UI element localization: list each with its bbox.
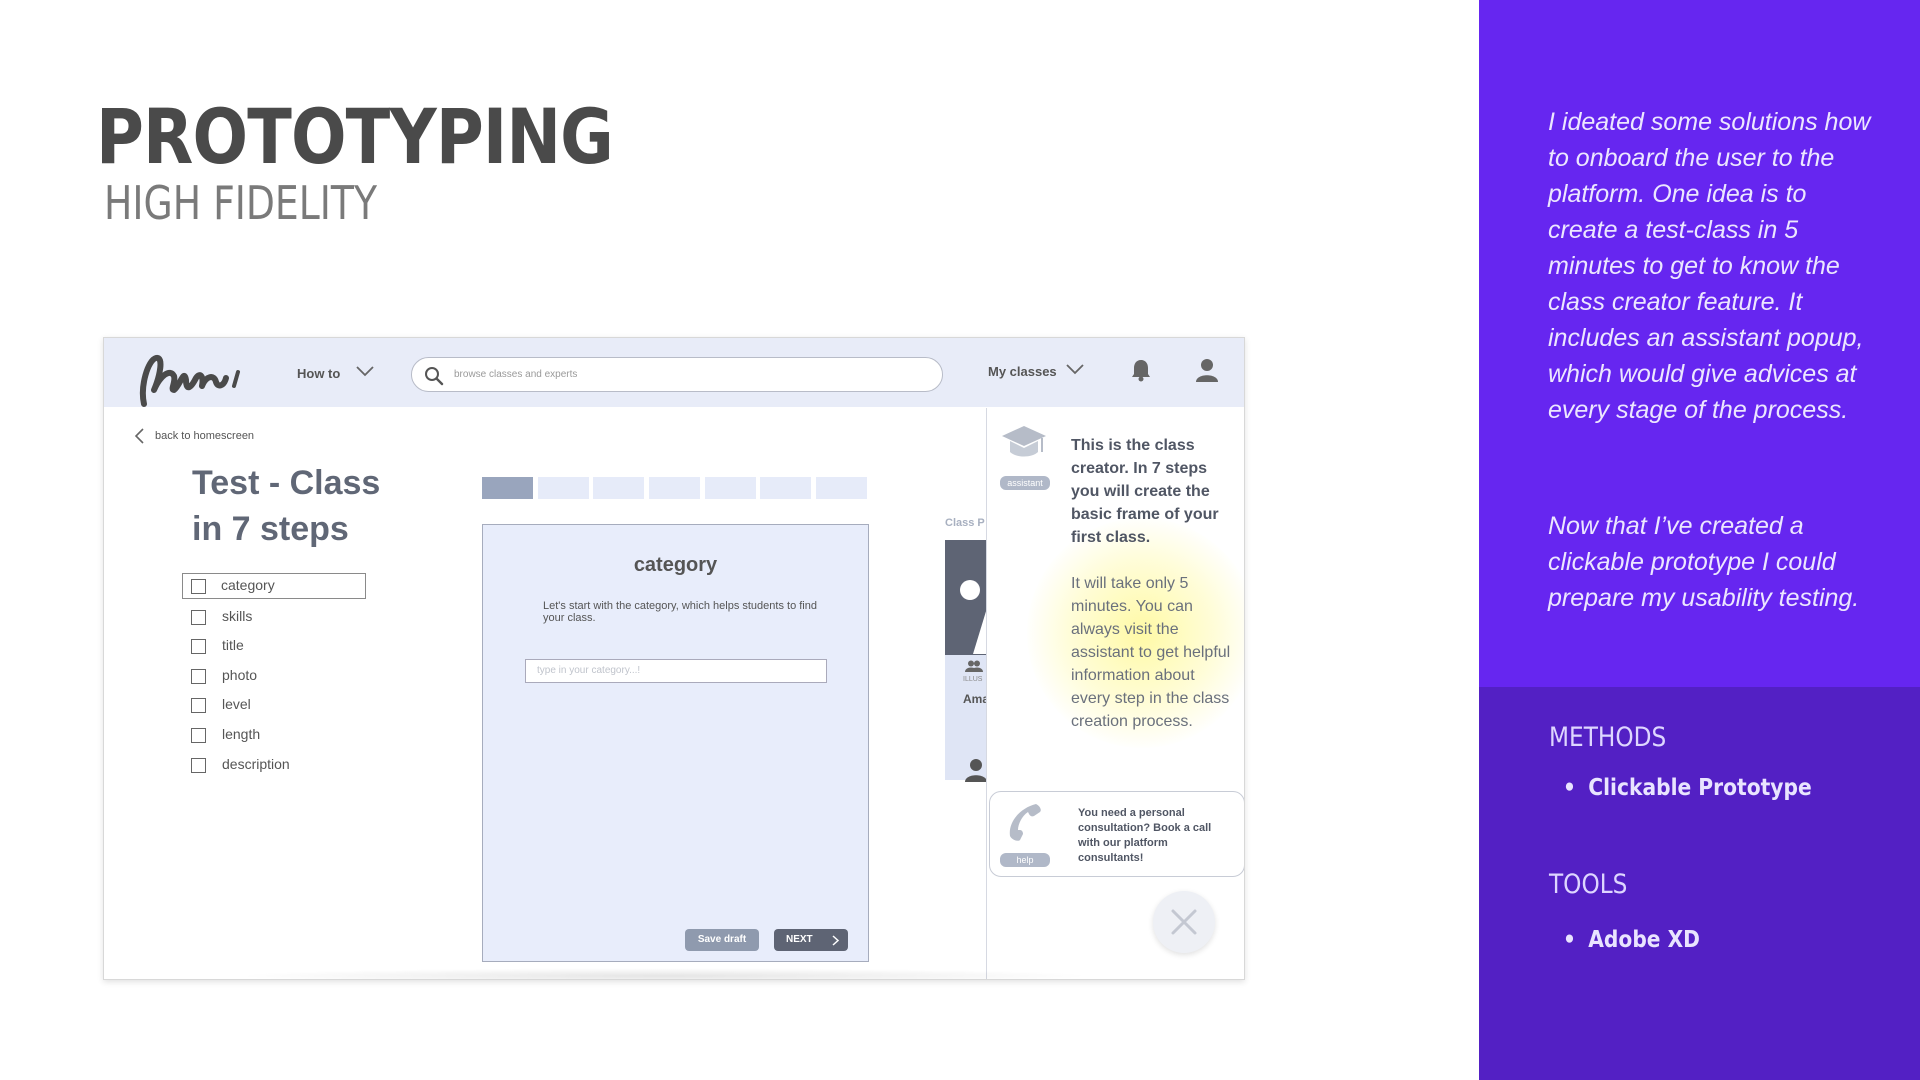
step-label: skills <box>222 607 253 624</box>
methods-panel <box>1479 687 1920 1080</box>
step-item-photo[interactable]: photo <box>182 662 366 692</box>
logo-signature <box>140 355 240 407</box>
category-card: category Let's start with the category, … <box>482 524 869 962</box>
slide: PROTOTYPING HIGH FIDELITY I ideated some… <box>0 0 1920 1080</box>
step-label: length <box>222 725 261 742</box>
step-item-description[interactable]: description <box>182 751 366 781</box>
step-label: level <box>222 696 251 713</box>
step-label: description <box>222 755 290 772</box>
checkbox[interactable] <box>191 698 206 714</box>
progress-segment <box>538 477 589 499</box>
description-paragraph-2: Now that I’ve created a clickable protot… <box>1548 512 1860 612</box>
step-label: category <box>221 577 275 593</box>
category-input[interactable]: type in your category...! <box>525 659 827 683</box>
assistant-panel: assistant This is the class creator. In … <box>986 408 1244 979</box>
step-item-skills[interactable]: skills <box>182 603 366 633</box>
chevron-down-icon[interactable] <box>356 365 374 377</box>
close-assistant-button[interactable] <box>1153 891 1215 953</box>
methods-heading: METHODS <box>1549 722 1667 753</box>
class-preview: ILLUS Ama <box>945 540 990 782</box>
search-icon <box>425 367 444 386</box>
chevron-right-icon <box>832 935 840 946</box>
assistant-message-2: It will take only 5 minutes. You can alw… <box>1071 575 1231 730</box>
page-title-line-1: Test - Class <box>192 464 381 502</box>
prototype-screen: How to browse classes and experts My cla… <box>103 337 1245 980</box>
search-input[interactable]: browse classes and experts <box>411 357 943 392</box>
people-icon <box>965 660 983 672</box>
preview-illustration-label: ILLUS <box>963 676 983 683</box>
step-label: photo <box>222 666 258 683</box>
methods-item: Clickable Prototype <box>1563 775 1811 801</box>
checkbox[interactable] <box>191 668 206 684</box>
category-placeholder: type in your category...! <box>537 665 641 676</box>
assistant-message-1: This is the class creator. In 7 steps yo… <box>1071 437 1219 546</box>
preview-image-placeholder <box>945 540 990 655</box>
tools-heading: TOOLS <box>1549 869 1628 900</box>
close-icon <box>1171 909 1197 935</box>
class-preview-label: Class P <box>945 517 985 529</box>
image-sun-shape <box>960 580 980 600</box>
progress-segment <box>649 477 700 499</box>
my-classes-menu[interactable]: My classes <box>988 364 1057 379</box>
help-card[interactable]: help You need a personal consultation? B… <box>989 791 1244 877</box>
card-heading: category <box>633 554 718 576</box>
step-item-category[interactable]: category <box>182 573 366 599</box>
checkbox[interactable] <box>191 579 206 594</box>
checkbox[interactable] <box>191 757 206 773</box>
description-paragraph-1: I ideated some solutions how to onboard … <box>1548 108 1871 424</box>
how-to-menu[interactable]: How to <box>297 366 340 381</box>
user-icon[interactable] <box>1195 358 1219 382</box>
chevron-down-icon[interactable] <box>1066 363 1084 375</box>
step-item-level[interactable]: level <box>182 691 366 721</box>
back-link[interactable]: back to homescreen <box>155 430 254 442</box>
progress-segment <box>705 477 756 499</box>
image-mountain-shape <box>973 608 987 654</box>
phone-icon <box>1009 804 1041 841</box>
checkbox[interactable] <box>191 639 206 655</box>
step-item-title[interactable]: title <box>182 632 366 662</box>
progress-segment <box>593 477 644 499</box>
next-button[interactable]: NEXT <box>774 929 848 951</box>
page-title-line-2: in 7 steps <box>192 510 349 548</box>
slide-subtitle: HIGH FIDELITY <box>104 176 377 230</box>
progress-segment <box>760 477 811 499</box>
graduation-cap-icon <box>1002 426 1046 457</box>
progress-segment <box>816 477 867 499</box>
progress-segment <box>482 477 533 499</box>
chevron-left-icon[interactable] <box>134 428 144 444</box>
save-draft-button[interactable]: Save draft <box>685 929 759 951</box>
checkbox[interactable] <box>191 609 206 625</box>
checkbox[interactable] <box>191 727 206 743</box>
assistant-tag: assistant <box>1000 476 1050 490</box>
help-message: You need a personal consultation? Book a… <box>1078 807 1212 864</box>
bell-icon[interactable] <box>1130 358 1152 382</box>
step-label: title <box>222 637 244 654</box>
card-description: Let's start with the category, which hel… <box>543 600 817 624</box>
slide-title: PROTOTYPING <box>96 92 614 181</box>
top-navigation: How to browse classes and experts My cla… <box>104 338 1244 407</box>
next-label: NEXT <box>786 934 813 945</box>
tools-item: Adobe XD <box>1563 927 1700 953</box>
search-placeholder: browse classes and experts <box>454 369 578 380</box>
bottom-shadow <box>234 968 1094 979</box>
avatar-icon <box>965 759 987 782</box>
step-list: category skills title photo level length… <box>182 573 366 780</box>
page-title: Test - Class in 7 steps <box>192 460 380 552</box>
step-item-length[interactable]: length <box>182 721 366 751</box>
help-tag: help <box>1000 853 1050 867</box>
